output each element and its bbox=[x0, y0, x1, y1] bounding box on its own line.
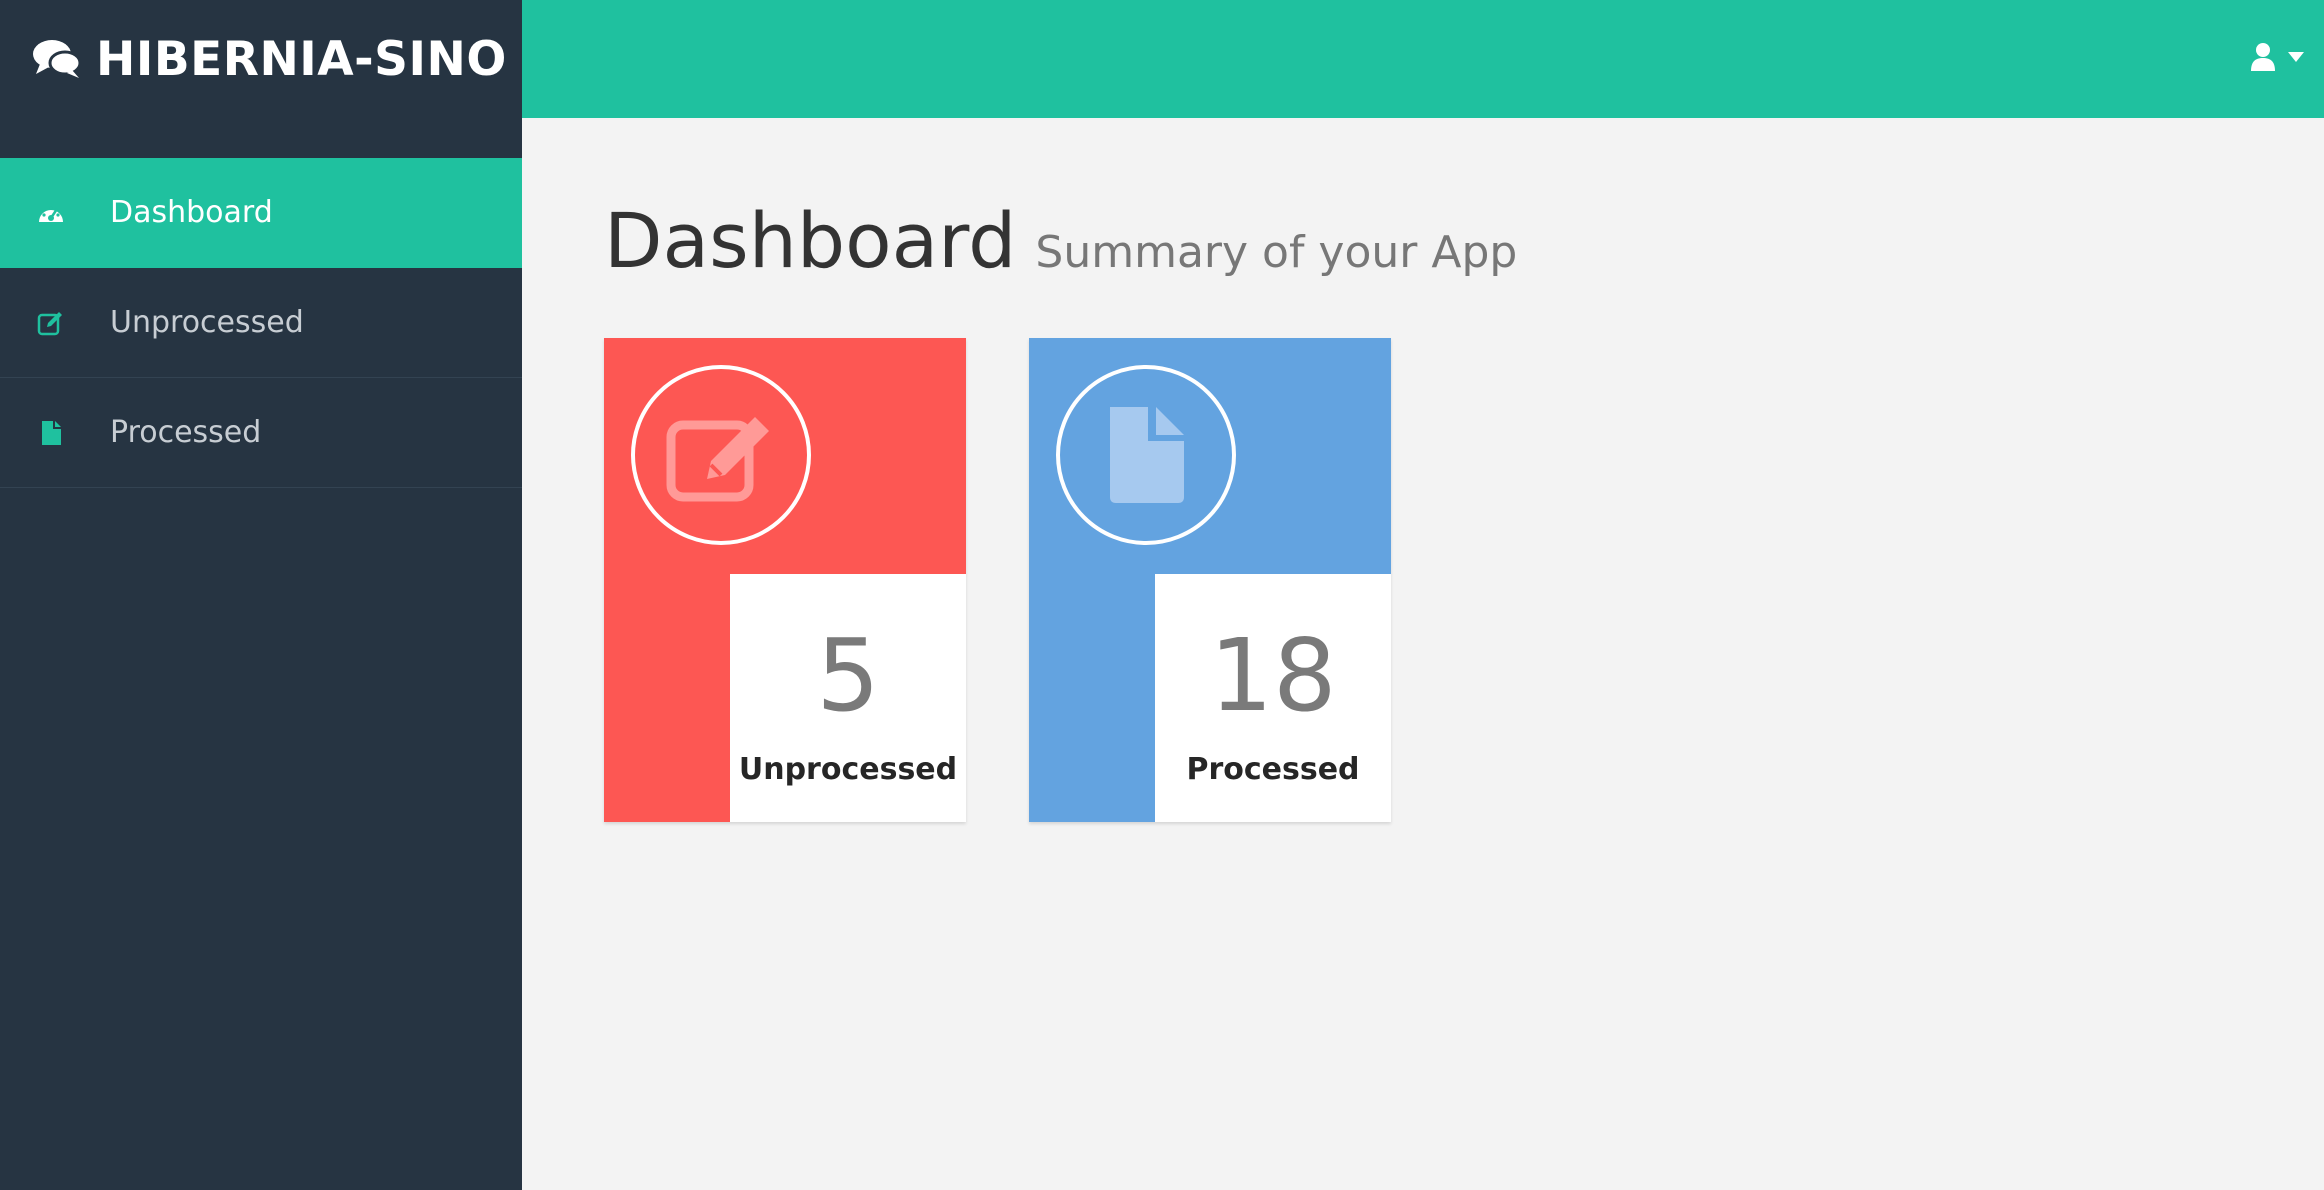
sidebar-item-unprocessed[interactable]: Unprocessed bbox=[0, 268, 522, 378]
stat-panel: 5 Unprocessed bbox=[730, 574, 966, 822]
user-menu-button[interactable] bbox=[2250, 42, 2304, 72]
processed-count: 18 bbox=[1209, 617, 1337, 734]
sidebar-item-label: Dashboard bbox=[110, 195, 273, 230]
unprocessed-count: 5 bbox=[816, 617, 880, 734]
sidebar-nav: Dashboard Unprocessed Processed bbox=[0, 158, 522, 488]
sidebar-item-label: Processed bbox=[110, 415, 262, 450]
file-icon bbox=[1110, 407, 1184, 503]
sidebar: HIBERNIA-SINO Dashboard Unprocessed Proc… bbox=[0, 0, 522, 1190]
unprocessed-card[interactable]: 5 Unprocessed bbox=[604, 338, 966, 822]
processed-label: Processed bbox=[1186, 752, 1360, 787]
unprocessed-label: Unprocessed bbox=[738, 752, 958, 787]
stat-panel: 18 Processed bbox=[1155, 574, 1391, 822]
top-bar bbox=[522, 0, 2324, 118]
icon-circle bbox=[631, 365, 811, 545]
main-content: Dashboard Summary of your App 5 Unproces… bbox=[522, 118, 2324, 1190]
sidebar-item-processed[interactable]: Processed bbox=[0, 378, 522, 488]
page-heading: Dashboard Summary of your App bbox=[604, 196, 1517, 285]
processed-card[interactable]: 18 Processed bbox=[1029, 338, 1391, 822]
edit-icon bbox=[36, 308, 66, 338]
sidebar-item-label: Unprocessed bbox=[110, 305, 304, 340]
brand-title: HIBERNIA-SINO bbox=[96, 31, 507, 87]
file-icon bbox=[36, 418, 66, 448]
comments-icon bbox=[33, 40, 82, 78]
dashboard-icon bbox=[36, 198, 66, 228]
caret-down-icon bbox=[2288, 52, 2304, 62]
page-subtitle: Summary of your App bbox=[1035, 227, 1518, 278]
page-title: Dashboard bbox=[604, 196, 1017, 285]
edit-icon bbox=[666, 417, 769, 502]
user-icon bbox=[2251, 43, 2275, 71]
brand[interactable]: HIBERNIA-SINO bbox=[0, 0, 522, 118]
icon-circle bbox=[1056, 365, 1236, 545]
sidebar-item-dashboard[interactable]: Dashboard bbox=[0, 158, 522, 268]
